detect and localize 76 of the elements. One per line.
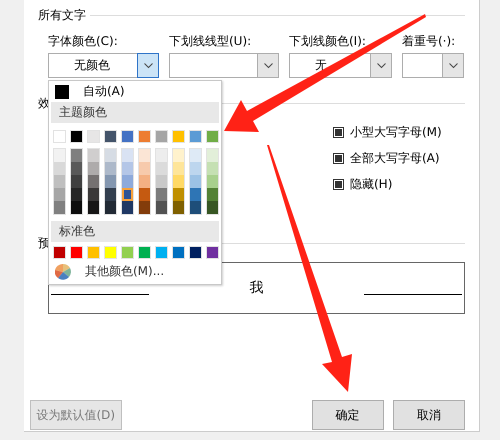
color-swatch[interactable] <box>173 149 184 162</box>
color-swatch[interactable] <box>156 188 167 201</box>
color-swatch[interactable] <box>71 175 82 188</box>
color-swatch[interactable] <box>190 175 201 188</box>
color-swatch[interactable] <box>71 162 82 175</box>
preview-text: 我 <box>248 279 264 297</box>
cancel-button[interactable]: 取消 <box>392 400 465 430</box>
checkbox-label: 隐藏(H) <box>350 176 392 192</box>
color-swatch[interactable] <box>54 162 65 175</box>
menu-section-title: 标准色 <box>51 221 219 242</box>
menu-item[interactable]: 自动(A) <box>83 83 125 100</box>
checkbox-label: 小型大写字母(M) <box>350 124 442 140</box>
color-swatch[interactable] <box>139 175 150 188</box>
color-swatch[interactable] <box>105 201 116 214</box>
color-swatch[interactable] <box>139 188 150 201</box>
color-swatch[interactable] <box>207 201 218 214</box>
color-swatch[interactable] <box>139 149 150 162</box>
color-swatch[interactable] <box>88 149 99 162</box>
chevron-down-icon <box>448 62 458 68</box>
color-swatch[interactable] <box>173 162 184 175</box>
color-swatch[interactable] <box>190 149 201 162</box>
color-swatch[interactable] <box>207 188 218 201</box>
menu-section-title: 主题颜色 <box>51 102 219 123</box>
menu-item[interactable]: 其他颜色(M)... <box>85 263 164 280</box>
checkbox[interactable] <box>333 178 344 190</box>
chevron-down-icon <box>144 62 152 68</box>
color-swatch[interactable] <box>88 188 99 201</box>
color-swatch[interactable] <box>156 162 167 175</box>
color-swatch[interactable] <box>156 201 167 214</box>
color-swatch[interactable] <box>54 188 65 201</box>
field-label: 下划线线型(U): <box>169 34 252 48</box>
chevron-down-icon <box>376 62 386 68</box>
color-swatch[interactable] <box>71 201 82 214</box>
color-swatch[interactable] <box>105 188 116 201</box>
field-label: 着重号(·): <box>402 34 456 48</box>
dropdown[interactable]: 无颜色 <box>48 53 159 78</box>
color-swatch[interactable] <box>190 201 201 214</box>
checkbox[interactable] <box>333 152 344 164</box>
color-swatch[interactable] <box>122 175 133 188</box>
color-swatch[interactable] <box>122 188 133 201</box>
checkbox[interactable] <box>333 126 344 138</box>
color-swatch[interactable] <box>105 175 116 188</box>
color-swatch[interactable] <box>54 149 65 162</box>
color-wheel-icon <box>55 264 71 280</box>
color-swatch[interactable] <box>54 175 65 188</box>
color-swatch[interactable] <box>190 188 201 201</box>
color-swatch[interactable] <box>190 162 201 175</box>
color-swatch[interactable] <box>173 201 184 214</box>
field-label: 下划线颜色(I): <box>289 34 367 48</box>
color-swatch[interactable] <box>71 149 82 162</box>
color-swatch[interactable] <box>71 188 82 201</box>
color-swatch[interactable] <box>105 149 116 162</box>
color-swatch[interactable] <box>173 188 184 201</box>
color-swatch[interactable] <box>88 162 99 175</box>
checkbox-label: 全部大写字母(A) <box>350 150 440 166</box>
color-swatch[interactable] <box>207 175 218 188</box>
color-swatch[interactable] <box>139 201 150 214</box>
color-swatch[interactable] <box>139 162 150 175</box>
color-swatch[interactable] <box>156 149 167 162</box>
color-swatch[interactable] <box>54 201 65 214</box>
color-swatch[interactable] <box>105 162 116 175</box>
ok-button[interactable]: 确定 <box>312 400 384 430</box>
color-swatch[interactable] <box>122 201 133 214</box>
color-swatch[interactable] <box>207 162 218 175</box>
dropdown[interactable] <box>402 53 464 78</box>
color-swatch[interactable] <box>88 175 99 188</box>
section-title: 所有文字 <box>38 6 86 24</box>
field-label: 字体颜色(C): <box>48 34 119 48</box>
chevron-down-icon <box>264 62 272 68</box>
dropdown[interactable] <box>169 53 279 78</box>
color-swatch[interactable] <box>122 149 133 162</box>
color-swatch[interactable] <box>88 201 99 214</box>
color-swatch[interactable] <box>122 162 133 175</box>
color-swatch[interactable] <box>173 175 184 188</box>
color-swatch[interactable] <box>156 175 167 188</box>
color-swatch[interactable] <box>207 149 218 162</box>
